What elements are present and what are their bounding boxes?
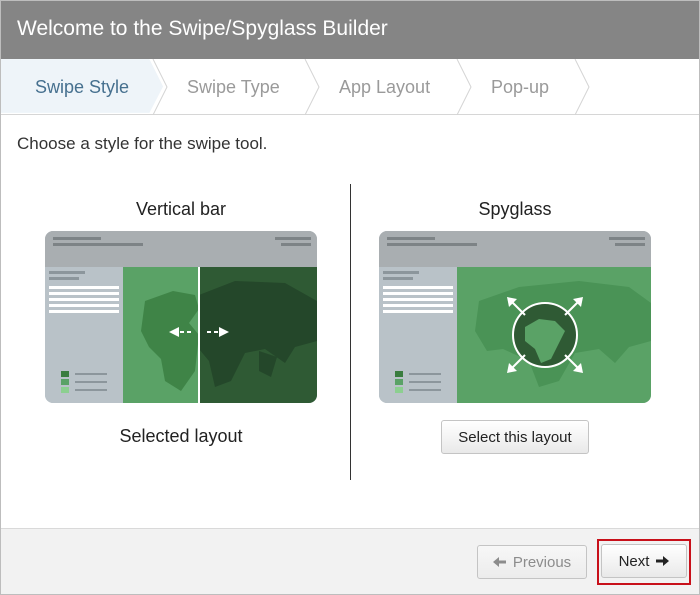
previous-label: Previous	[512, 553, 572, 571]
step-swipe-style[interactable]: Swipe Style	[35, 59, 129, 115]
arrow-left-icon	[492, 557, 506, 567]
vertical-bar-title: Vertical bar	[135, 199, 227, 219]
vertical-bar-illustration	[45, 231, 317, 403]
options-divider	[350, 184, 351, 480]
selected-layout-label: Selected layout	[119, 426, 243, 446]
spyglass-title: Spyglass	[478, 199, 552, 219]
step-swipe-type[interactable]: Swipe Type	[187, 59, 280, 115]
chevron-right-icon	[456, 59, 472, 115]
select-layout-button[interactable]: Select this layout	[441, 420, 589, 454]
arrow-right-icon	[656, 556, 670, 566]
vertical-bar-preview[interactable]	[45, 231, 317, 403]
builder-dialog: Welcome to the Swipe/Spyglass Builder Sw…	[0, 0, 700, 595]
next-button[interactable]: Next	[601, 544, 687, 578]
dialog-footer	[1, 528, 699, 594]
wizard-steps: Swipe Style Swipe Type App Layout Pop-up	[1, 59, 699, 115]
spyglass-illustration	[379, 231, 651, 403]
step-pop-up[interactable]: Pop-up	[491, 59, 549, 115]
chevron-right-icon	[152, 59, 168, 115]
dialog-title: Welcome to the Swipe/Spyglass Builder	[1, 1, 699, 59]
step-app-layout[interactable]: App Layout	[339, 59, 430, 115]
next-label: Next	[618, 552, 650, 570]
chevron-right-icon	[304, 59, 320, 115]
chevron-right-icon	[574, 59, 590, 115]
spyglass-preview[interactable]	[379, 231, 651, 403]
previous-button[interactable]: Previous	[477, 545, 587, 579]
instructions-text: Choose a style for the swipe tool.	[17, 134, 268, 153]
